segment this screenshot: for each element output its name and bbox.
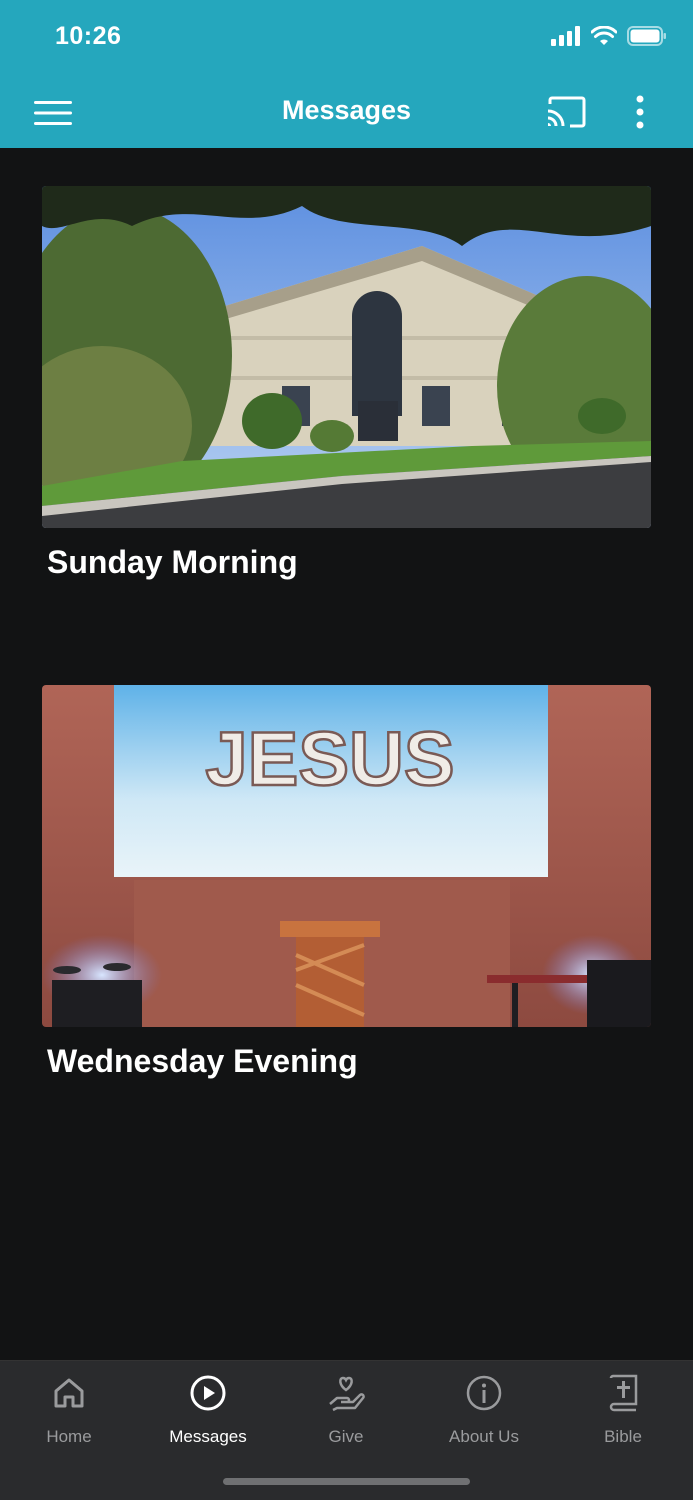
- tab-messages[interactable]: Messages: [139, 1373, 277, 1457]
- tab-label: Messages: [169, 1427, 247, 1446]
- message-title: Wednesday Evening: [47, 1043, 358, 1079]
- status-icons: [551, 26, 667, 46]
- tab-label: Give: [328, 1427, 364, 1446]
- church-building-image[interactable]: [42, 186, 651, 528]
- wifi-icon: [591, 26, 617, 45]
- message-card-sunday[interactable]: Sunday Morning: [42, 186, 651, 581]
- app-bar: Messages: [0, 78, 693, 148]
- screen-text: JESUS: [205, 717, 454, 802]
- more-options-button[interactable]: [625, 92, 655, 132]
- tab-label: About Us: [449, 1427, 519, 1446]
- message-title: Sunday Morning: [47, 544, 298, 580]
- status-time: 10:26: [55, 22, 122, 50]
- tab-label: Home: [46, 1427, 92, 1446]
- sanctuary-stage-image[interactable]: JESUS: [42, 685, 651, 1027]
- bible-icon: [603, 1373, 643, 1413]
- status-bar: 10:26: [0, 0, 693, 78]
- tab-home[interactable]: Home: [0, 1373, 138, 1457]
- play-circle-icon: [188, 1373, 228, 1413]
- tab-about-us[interactable]: About Us: [415, 1373, 553, 1457]
- more-vertical-icon: [636, 95, 644, 129]
- message-card-wednesday[interactable]: JESUS Wednesday Evening: [42, 685, 651, 1080]
- home-indicator: [223, 1478, 470, 1485]
- info-icon: [464, 1373, 504, 1413]
- tab-give[interactable]: Give: [277, 1373, 415, 1457]
- cast-icon: [547, 96, 586, 128]
- tab-bible[interactable]: Bible: [554, 1373, 692, 1457]
- home-icon: [49, 1373, 89, 1413]
- heart-hand-icon: [326, 1373, 366, 1413]
- tab-label: Bible: [604, 1427, 642, 1446]
- battery-icon: [627, 26, 666, 46]
- page-title: Messages: [281, 95, 412, 125]
- cast-button[interactable]: [543, 92, 589, 132]
- signal-icon: [551, 26, 580, 46]
